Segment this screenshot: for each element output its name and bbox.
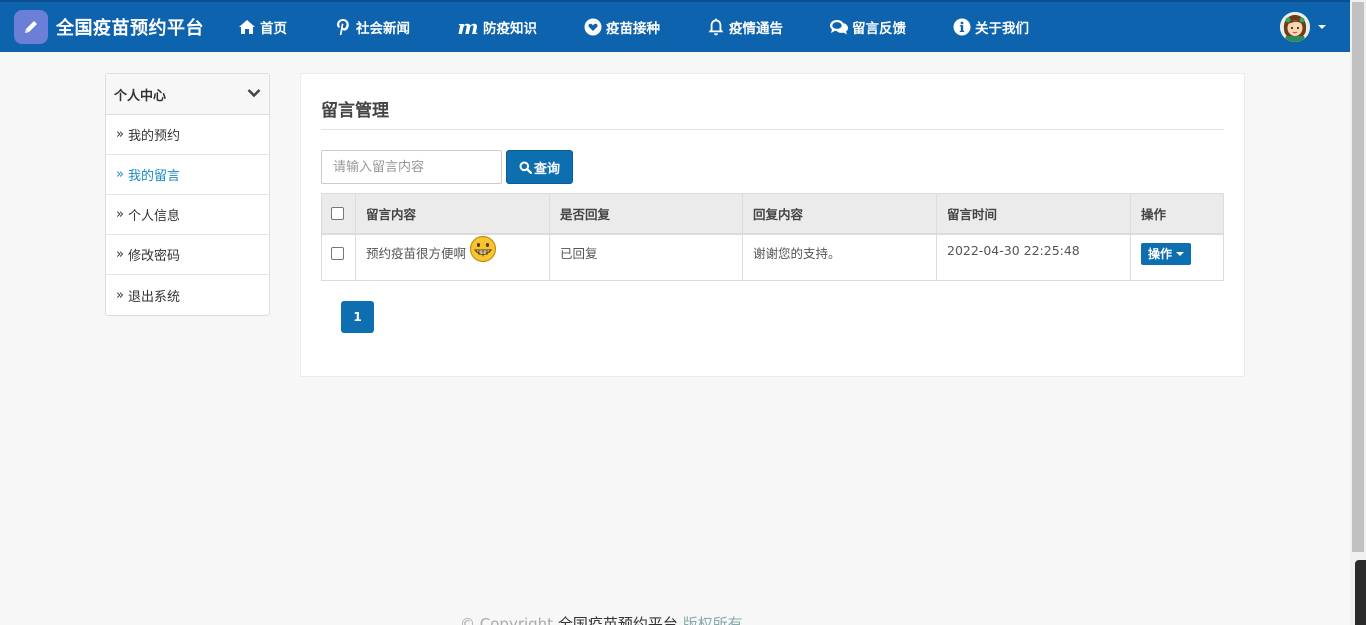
pagination-page-1[interactable]: 1	[341, 301, 374, 333]
nav-label: 首页	[260, 21, 287, 37]
row-select-cell	[321, 233, 356, 281]
nav-item-about[interactable]: 关于我们	[952, 17, 1029, 37]
column-header: 是否回复	[549, 193, 743, 235]
pinterest-icon	[333, 17, 353, 37]
copyright-text: © Copyright	[460, 615, 554, 625]
top-navbar: 全国疫苗预约平台 首页 社会新闻 m 防疫知识 疫苗接种 疫情通告 留言反馈 关…	[0, 0, 1350, 52]
nav-label: 防疫知识	[483, 21, 537, 37]
table-header-row: 留言内容 是否回复 回复内容 留言时间 操作	[321, 193, 1224, 235]
message-content-cell: 预约疫苗很方便啊	[355, 233, 550, 281]
sidebar-item-label: 修改密码	[127, 249, 180, 264]
info-icon	[952, 17, 972, 37]
avatar	[1280, 12, 1310, 42]
message-management-panel: 留言管理 查询 留言内容 是否回复 回复内容 留言时间 操作 预约疫苗很方便啊	[300, 73, 1245, 377]
sidebar-header[interactable]: 个人中心	[106, 74, 269, 115]
reply-content: 谢谢您的支持。	[742, 233, 937, 281]
search-input[interactable]	[321, 150, 502, 184]
nav-item-feedback[interactable]: 留言反馈	[829, 17, 906, 37]
nav-item-knowledge[interactable]: m 防疫知识	[456, 17, 537, 37]
main-nav: 首页 社会新闻 m 防疫知识 疫苗接种 疫情通告 留言反馈 关于我们	[237, 2, 1075, 52]
divider	[321, 129, 1224, 130]
nav-item-notice[interactable]: 疫情通告	[706, 17, 783, 37]
double-chevron-right-icon: »	[116, 207, 124, 222]
grin-emoji-icon	[469, 235, 497, 266]
column-header: 操作	[1130, 193, 1224, 235]
action-label: 操作	[1148, 247, 1173, 261]
footer: © Copyright 全国疫苗预约平台 版权所有	[460, 613, 743, 625]
sidebar-title: 个人中心	[114, 88, 167, 104]
search-icon	[519, 161, 532, 174]
double-chevron-right-icon: »	[116, 247, 124, 262]
double-chevron-right-icon: »	[116, 167, 124, 182]
user-menu[interactable]	[1280, 12, 1326, 42]
scrollbar-thumb[interactable]	[1352, 2, 1364, 552]
row-checkbox[interactable]	[331, 246, 344, 260]
double-chevron-right-icon: »	[116, 287, 124, 303]
sidebar-item-my-messages[interactable]: » 我的留言	[106, 155, 269, 195]
table-row: 预约疫苗很方便啊 已回复 谢谢您的支持。 2022-04-30 22:25:48…	[321, 233, 1224, 281]
double-chevron-right-icon: »	[116, 127, 124, 142]
nav-label: 社会新闻	[356, 21, 410, 37]
column-header: 留言内容	[355, 193, 550, 235]
select-all-checkbox[interactable]	[331, 207, 344, 221]
search-button[interactable]: 查询	[506, 150, 573, 184]
sidebar-item-label: 我的预约	[127, 129, 180, 144]
sidebar-item-label: 个人信息	[127, 209, 180, 224]
message-content: 预约疫苗很方便啊	[366, 245, 467, 261]
nav-item-home[interactable]: 首页	[237, 17, 287, 37]
sidebar-item-label: 我的留言	[127, 169, 180, 184]
sidebar: 个人中心 » 我的预约 » 我的留言 » 个人信息 » 修改密码 » 退出系统	[105, 73, 270, 316]
sidebar-item-profile[interactable]: » 个人信息	[106, 195, 269, 235]
chevron-down-icon	[1318, 25, 1326, 29]
footer-rights: 版权所有	[682, 615, 743, 625]
pencil-icon	[14, 10, 48, 44]
action-cell: 操作	[1130, 233, 1224, 281]
floating-widget[interactable]	[1355, 560, 1366, 625]
chevron-down-icon	[1176, 251, 1185, 256]
nav-label: 疫苗接种	[606, 21, 660, 37]
sidebar-item-label: 退出系统	[127, 289, 180, 305]
message-time: 2022-04-30 22:25:48	[936, 233, 1131, 281]
brand-title: 全国疫苗预约平台	[56, 18, 204, 39]
nav-item-vaccine[interactable]: 疫苗接种	[583, 17, 660, 37]
nav-label: 关于我们	[975, 21, 1029, 37]
replied-status: 已回复	[549, 233, 743, 281]
messages-table: 留言内容 是否回复 回复内容 留言时间 操作 预约疫苗很方便啊 已回复 谢谢您的…	[321, 193, 1224, 281]
home-icon	[237, 17, 257, 37]
nav-item-news[interactable]: 社会新闻	[333, 17, 410, 37]
comments-icon	[829, 17, 849, 37]
nav-label: 疫情通告	[729, 21, 783, 37]
page-title: 留言管理	[321, 101, 389, 121]
sidebar-item-change-password[interactable]: » 修改密码	[106, 235, 269, 275]
column-header: 回复内容	[742, 193, 937, 235]
brand[interactable]: 全国疫苗预约平台	[14, 10, 204, 44]
select-all-cell	[321, 193, 356, 235]
chevron-down-icon	[247, 87, 261, 102]
page-scrollbar[interactable]	[1350, 0, 1366, 625]
action-dropdown-button[interactable]: 操作	[1141, 242, 1192, 265]
bell-icon	[706, 17, 726, 37]
footer-site-link[interactable]: 全国疫苗预约平台	[558, 615, 678, 625]
nav-label: 留言反馈	[852, 21, 906, 37]
column-header: 留言时间	[936, 193, 1131, 235]
sidebar-item-logout[interactable]: » 退出系统	[106, 275, 269, 315]
heart-icon	[583, 17, 603, 37]
m-icon: m	[457, 15, 479, 39]
search-button-label: 查询	[533, 161, 560, 177]
sidebar-item-my-appointments[interactable]: » 我的预约	[106, 115, 269, 155]
